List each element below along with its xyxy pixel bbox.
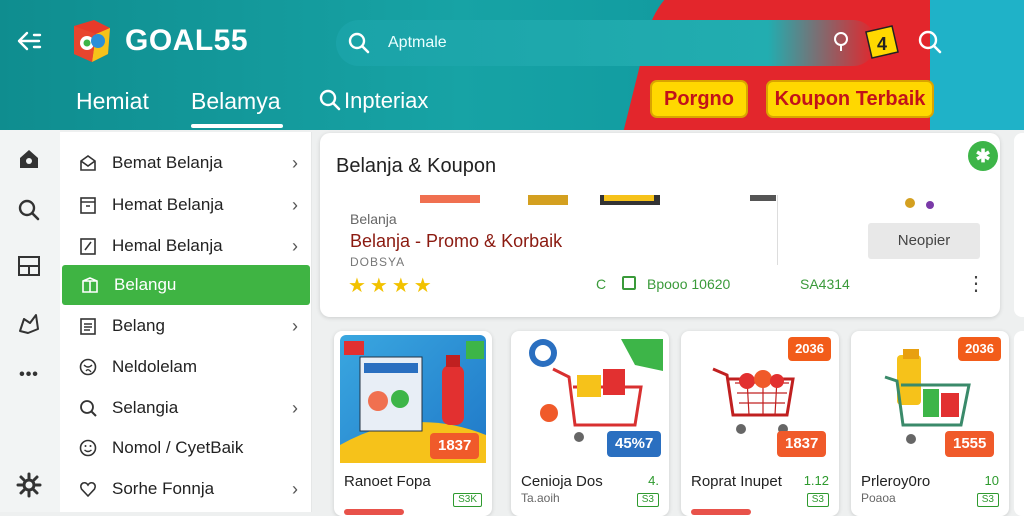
promo-id: SA4314 [800, 276, 850, 292]
next-panel-edge [1014, 133, 1024, 317]
panel-title: Belanja & Koupon [336, 155, 497, 177]
price-tag: 1837 [430, 433, 480, 459]
chevron-right-icon: › [292, 315, 298, 336]
discount-badge: S3 [976, 493, 999, 507]
sidebar-item-hemat-belanja[interactable]: Hemat Belanja › [60, 185, 312, 225]
ticket-icon[interactable]: 4 [862, 22, 902, 62]
brand-logo [68, 16, 116, 64]
product-subtitle: Poaoa [861, 491, 896, 505]
list-icon [80, 318, 96, 335]
search-input[interactable]: Aptmale [388, 34, 447, 52]
promo-pill-button[interactable]: Porgno [650, 80, 748, 118]
tab-belanja[interactable]: Belamya [191, 88, 280, 115]
active-tab-indicator [191, 124, 283, 128]
layout-icon[interactable] [16, 253, 42, 279]
next-product-edge [1014, 331, 1024, 516]
calendar-icon [622, 276, 636, 290]
discount-badge: S3 [806, 493, 829, 507]
tab-inspirasi[interactable]: Inpteriax [344, 88, 428, 114]
settings-icon[interactable] [16, 472, 42, 498]
smile-icon [79, 439, 97, 457]
sidebar-item-selangia[interactable]: Selangia › [60, 388, 312, 428]
price-tag: 1837 [777, 431, 827, 457]
search-icon [80, 400, 97, 417]
discount-tag: 2036 [788, 337, 831, 361]
discount-tag: 2036 [958, 337, 1001, 361]
more-options-icon[interactable]: ⋮ [966, 271, 986, 296]
coupon-pin-icon [830, 30, 852, 52]
search-icon [318, 88, 342, 112]
section-label: Belanja [350, 211, 397, 227]
sidebar-item-label: Belangu [114, 275, 177, 294]
sidebar-item-label: Hemal Belanja [112, 236, 223, 255]
home-icon[interactable] [16, 146, 42, 172]
sidebar-item-neldolelam[interactable]: Neldolelam [60, 347, 312, 387]
sidebar-item-label: Nomol / CyetBaik [112, 438, 244, 457]
newer-button[interactable]: Neopier [868, 223, 980, 259]
coupon-pill-button[interactable]: Koupon Terbaik [766, 80, 934, 118]
sidebar-item-label: Neldolelam [112, 357, 198, 376]
search-icon[interactable] [346, 30, 372, 56]
heart-icon [79, 481, 97, 498]
product-name: Roprat Inupet [691, 473, 782, 490]
product-card[interactable]: 2036 1837 Roprat Inupet 1.12 S3 [681, 331, 839, 516]
sidebar-item-label: Belang [112, 316, 165, 335]
back-arrow-icon[interactable] [14, 26, 44, 56]
sidebar-item-belangu[interactable]: Belangu [62, 265, 310, 305]
product-name: Prleroy0ro [861, 473, 931, 490]
envelope-icon [80, 155, 96, 171]
product-small-price: 10 [984, 473, 999, 488]
tab-hemat[interactable]: Hemiat [76, 88, 149, 115]
sidebar-item-bemat-belanja[interactable]: Bemat Belanja › [60, 143, 312, 183]
search-icon[interactable] [916, 28, 944, 56]
sidebar-item-belang[interactable]: Belang › [60, 306, 312, 346]
promo-title[interactable]: Belanja - Promo & Korbaik [350, 231, 562, 252]
star-badge-icon[interactable]: ✱ [968, 141, 998, 171]
more-icon[interactable]: ••• [16, 362, 42, 388]
edit-icon [80, 238, 96, 255]
brand-name: GOAL55 [125, 24, 249, 57]
sidebar-item-hemal-belanja[interactable]: Hemal Belanja › [60, 226, 312, 266]
chevron-right-icon: › [292, 235, 298, 256]
promo-code: Bpooo 10620 [647, 276, 731, 292]
promo-sublabel: DOBSYA [350, 255, 406, 269]
refresh-icon[interactable]: C [596, 276, 606, 292]
discount-badge: S3 [636, 493, 659, 507]
header-decoration [930, 0, 1024, 130]
product-name: Cenioja Dos [521, 473, 603, 490]
category-sidebar: Bemat Belanja › Hemat Belanja › Hemal Be… [60, 132, 312, 512]
price-bar [691, 509, 751, 515]
panel-divider [777, 195, 778, 265]
chevron-right-icon: › [292, 152, 298, 173]
svg-text:4: 4 [877, 34, 887, 54]
sidebar-item-nomol-cyetbaik[interactable]: Nomol / CyetBaik [60, 428, 312, 468]
product-name: Ranoet Fopa [344, 473, 431, 490]
coupon-panel: Belanja & Koupon ✱ Belanja Belanja - Pro… [320, 133, 1000, 317]
map-icon[interactable] [16, 311, 42, 337]
sidebar-item-label: Bemat Belanja [112, 153, 223, 172]
sidebar-item-label: Selangia [112, 398, 179, 417]
price-tag: 1555 [945, 431, 995, 457]
rating-stars: ★★★★ [348, 275, 436, 297]
globe-icon [79, 358, 97, 376]
box-icon [82, 277, 98, 293]
product-card[interactable]: 45%7 Cenioja Dos 4. Ta.aoih S3 [511, 331, 669, 516]
promo-strip [420, 195, 934, 209]
chevron-right-icon: › [292, 397, 298, 418]
sidebar-item-sorhe-fonnja[interactable]: Sorhe Fonnja › [60, 469, 312, 509]
price-bar [344, 509, 404, 515]
search-icon[interactable] [16, 197, 42, 223]
product-card[interactable]: 1837 Ranoet Fopa S3K [334, 331, 492, 516]
product-subtitle: Ta.aoih [521, 491, 560, 505]
product-small-price: 4. [648, 473, 659, 488]
sidebar-item-label: Sorhe Fonnja [112, 479, 215, 498]
chevron-right-icon: › [292, 194, 298, 215]
ticket-icon [80, 197, 96, 214]
sidebar-item-label: Hemat Belanja [112, 195, 224, 214]
discount-badge: S3K [453, 493, 482, 507]
product-card[interactable]: 2036 1555 Prleroy0ro 10 Poaoa S3 [851, 331, 1009, 516]
price-tag: 45%7 [607, 431, 662, 457]
product-small-price: 1.12 [803, 473, 829, 488]
chevron-right-icon: › [292, 478, 298, 499]
